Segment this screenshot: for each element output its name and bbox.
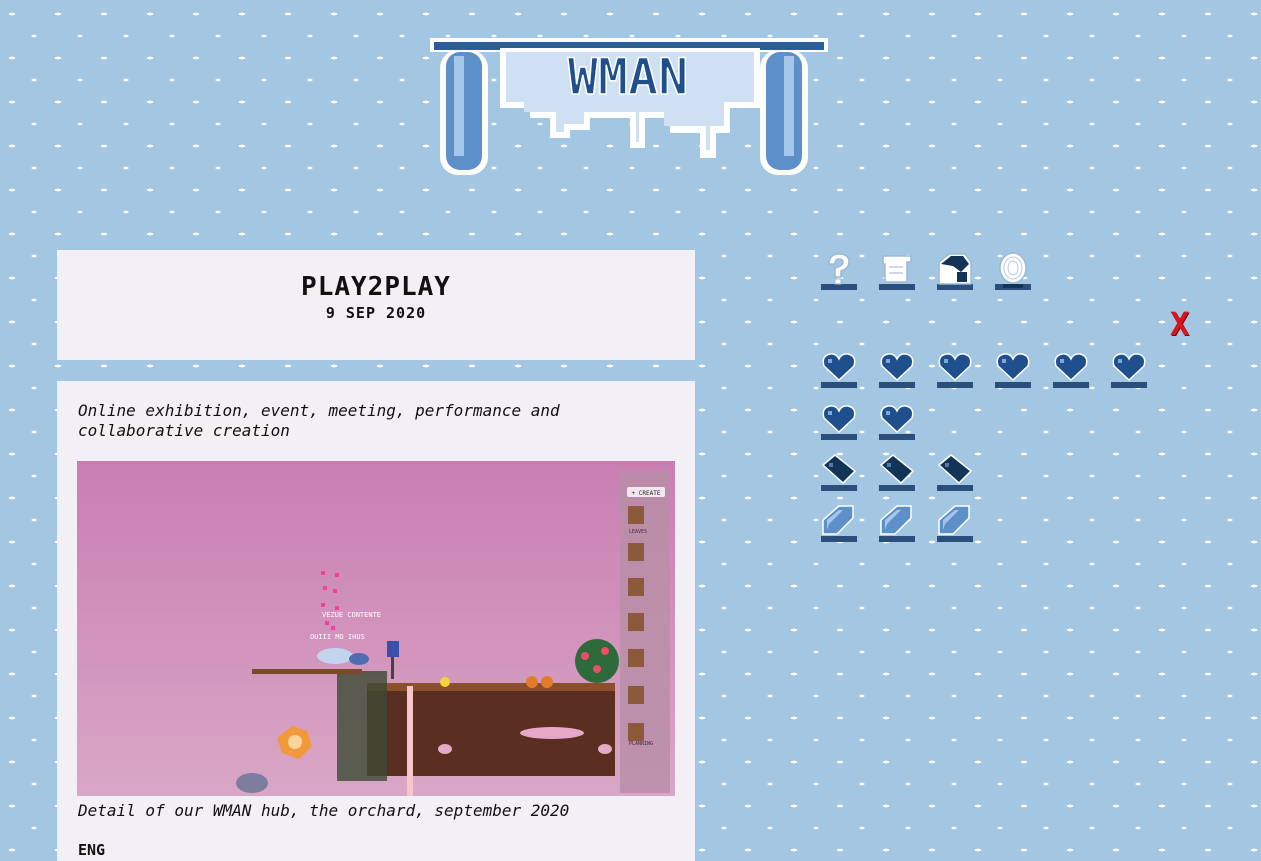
planning-label: PLANNING <box>629 741 653 747</box>
post-header: PLAY2PLAY 9 SEP 2020 <box>57 250 695 360</box>
heart-icon[interactable] <box>1051 348 1091 392</box>
chat-line-2: OUIII MO IHUS <box>310 633 365 641</box>
fingerprint-icon[interactable] <box>993 250 1033 294</box>
orchard-screenshot: VEZUE CONTENTE OUIII MO IHUS + CREATE LE… <box>77 461 675 796</box>
post-intro: Online exhibition, event, meeting, perfo… <box>78 401 560 440</box>
language-label[interactable]: ENG <box>78 841 105 859</box>
scroll-icon[interactable] <box>877 250 917 294</box>
heart-icon[interactable] <box>877 400 917 444</box>
heart-icon[interactable] <box>877 348 917 392</box>
close-button[interactable]: X <box>1170 308 1189 340</box>
light-block-icon[interactable] <box>877 502 917 546</box>
cow-icon[interactable] <box>935 250 975 294</box>
post-title: PLAY2PLAY <box>301 272 451 302</box>
heart-icon[interactable] <box>819 348 859 392</box>
logo-text: WMAN <box>568 48 688 106</box>
chat-line-1: VEZUE CONTENTE <box>322 611 381 619</box>
heart-icon[interactable] <box>993 348 1033 392</box>
figure-caption: Detail of our WMAN hub, the orchard, sep… <box>78 801 570 820</box>
dark-block-icon[interactable] <box>877 451 917 495</box>
item-label: LEAVES <box>629 529 647 535</box>
heart-icon[interactable] <box>935 348 975 392</box>
site-logo[interactable]: WMAN <box>430 38 828 188</box>
dark-block-icon[interactable] <box>935 451 975 495</box>
light-block-icon[interactable] <box>935 502 975 546</box>
post-date: 9 SEP 2020 <box>325 304 427 322</box>
dark-block-icon[interactable] <box>819 451 859 495</box>
heart-icon[interactable] <box>1109 348 1149 392</box>
heart-icon[interactable] <box>819 400 859 444</box>
post-body: Online exhibition, event, meeting, perfo… <box>57 381 695 861</box>
question-icon[interactable] <box>819 250 859 294</box>
light-block-icon[interactable] <box>819 502 859 546</box>
create-button[interactable]: + CREATE <box>632 490 661 497</box>
